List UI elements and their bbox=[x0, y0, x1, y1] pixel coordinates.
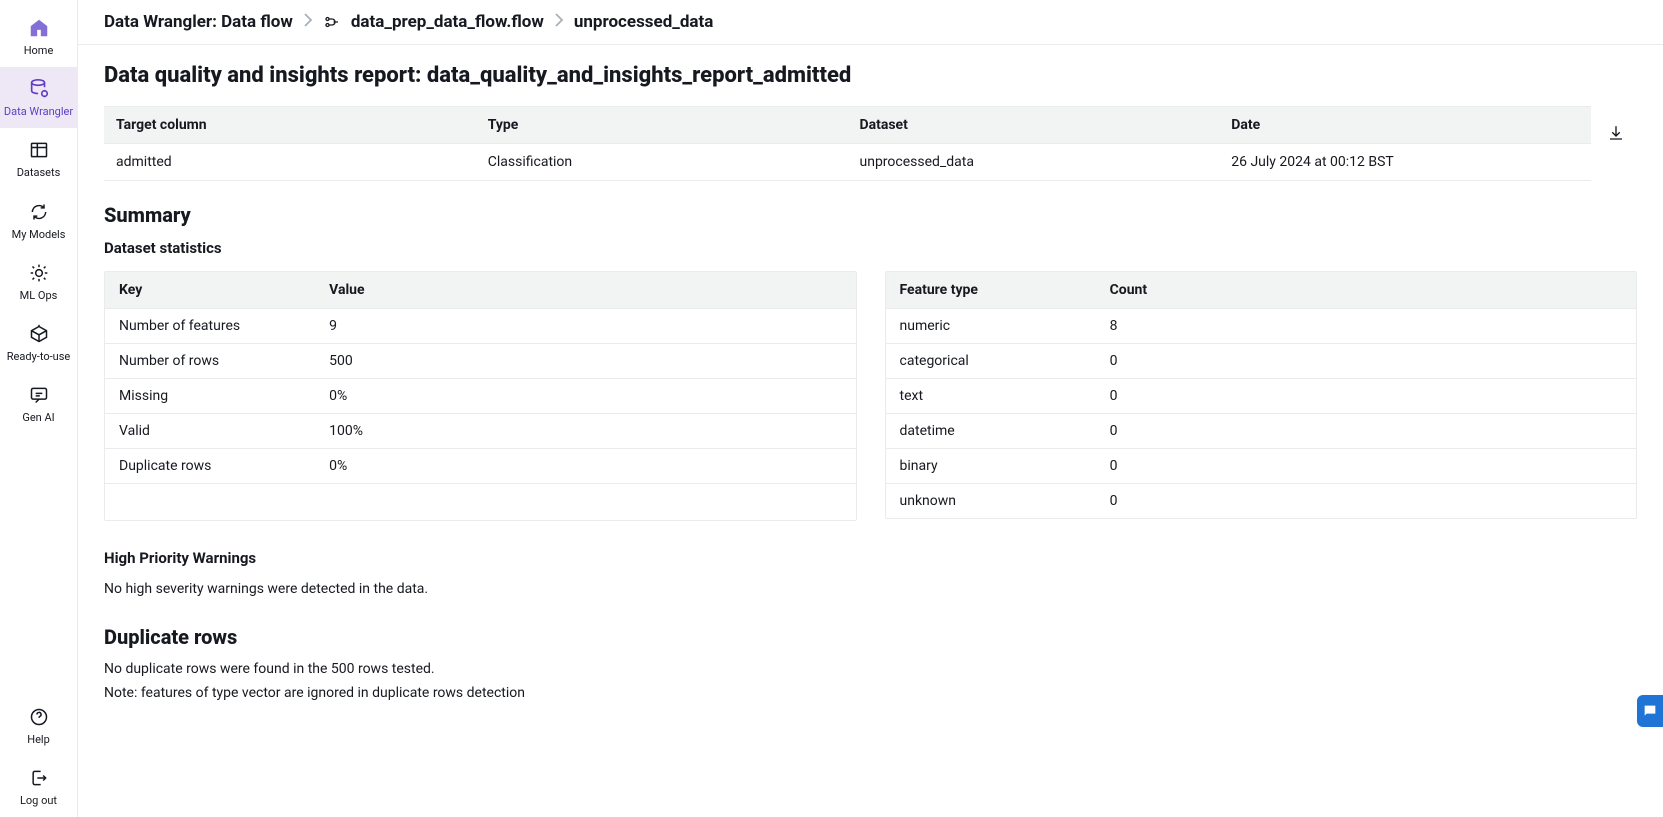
col-count: Count bbox=[1096, 272, 1306, 309]
sidebar-item-logout[interactable]: Log out bbox=[0, 756, 77, 817]
stat-key: Valid bbox=[105, 414, 315, 449]
sidebar-item-data-wrangler[interactable]: Data Wrangler bbox=[0, 67, 77, 128]
stat-value: 0% bbox=[315, 379, 525, 414]
sidebar: Home Data Wrangler Datasets My Models ML… bbox=[0, 0, 78, 817]
cell-target: admitted bbox=[104, 144, 476, 181]
sidebar-item-ready-to-use[interactable]: Ready-to-use bbox=[0, 312, 77, 373]
col-date: Date bbox=[1219, 107, 1591, 144]
breadcrumb-node[interactable]: unprocessed_data bbox=[574, 12, 714, 32]
sidebar-item-my-models[interactable]: My Models bbox=[0, 190, 77, 251]
ft-value: 0 bbox=[1096, 344, 1306, 379]
table-row: admitted Classification unprocessed_data… bbox=[104, 144, 1591, 181]
ft-key: binary bbox=[886, 449, 1096, 484]
cycle-icon bbox=[27, 200, 51, 224]
col-dataset: Dataset bbox=[848, 107, 1220, 144]
chat-spark-icon bbox=[27, 383, 51, 407]
table-row: binary0 bbox=[886, 449, 1637, 484]
sidebar-item-gen-ai[interactable]: Gen AI bbox=[0, 373, 77, 434]
breadcrumb-root[interactable]: Data Wrangler: Data flow bbox=[104, 12, 293, 32]
table-row bbox=[105, 484, 856, 520]
ft-value: 0 bbox=[1096, 484, 1306, 519]
help-icon bbox=[27, 705, 51, 729]
breadcrumb: Data Wrangler: Data flow data_prep_data_… bbox=[78, 0, 1663, 45]
sidebar-item-home[interactable]: Home bbox=[0, 6, 77, 67]
stat-key: Number of features bbox=[105, 309, 315, 344]
sidebar-item-label: Datasets bbox=[17, 166, 61, 179]
sidebar-item-label: Log out bbox=[20, 794, 57, 807]
home-icon bbox=[27, 16, 51, 40]
table-row: unknown0 bbox=[886, 484, 1637, 519]
col-value: Value bbox=[315, 272, 525, 309]
stat-value: 100% bbox=[315, 414, 525, 449]
download-button[interactable] bbox=[1607, 106, 1637, 146]
ft-key: datetime bbox=[886, 414, 1096, 449]
stat-value: 9 bbox=[315, 309, 525, 344]
sidebar-item-label: Home bbox=[24, 44, 54, 57]
stat-key: Duplicate rows bbox=[105, 449, 315, 484]
table-row: datetime0 bbox=[886, 414, 1637, 449]
duplicates-line1: No duplicate rows were found in the 500 … bbox=[104, 661, 1637, 677]
feature-type-table: Feature type Count numeric8 categorical0… bbox=[885, 271, 1638, 519]
cell-date: 26 July 2024 at 00:12 BST bbox=[1219, 144, 1591, 181]
page-title: Data quality and insights report: data_q… bbox=[104, 63, 1637, 88]
duplicates-line2: Note: features of type vector are ignore… bbox=[104, 685, 1637, 701]
table-row: categorical0 bbox=[886, 344, 1637, 379]
warnings-heading: High Priority Warnings bbox=[104, 549, 1637, 567]
ft-value: 0 bbox=[1096, 379, 1306, 414]
sidebar-item-label: Ready-to-use bbox=[7, 350, 70, 363]
cell-dataset: unprocessed_data bbox=[848, 144, 1220, 181]
report-info-table: Target column Type Dataset Date admitted… bbox=[104, 106, 1591, 181]
sidebar-item-help[interactable]: Help bbox=[0, 695, 77, 756]
sidebar-item-label: My Models bbox=[12, 228, 66, 241]
table-row: Duplicate rows0% bbox=[105, 449, 856, 484]
sidebar-item-label: Data Wrangler bbox=[4, 105, 73, 118]
main-area: Data Wrangler: Data flow data_prep_data_… bbox=[78, 0, 1663, 817]
table-row: Missing0% bbox=[105, 379, 856, 414]
sidebar-item-label: Help bbox=[27, 733, 50, 746]
chat-fab[interactable] bbox=[1637, 695, 1663, 727]
ft-value: 0 bbox=[1096, 449, 1306, 484]
ft-key: categorical bbox=[886, 344, 1096, 379]
sidebar-item-label: Gen AI bbox=[22, 411, 54, 424]
warnings-text: No high severity warnings were detected … bbox=[104, 581, 1637, 597]
col-feature-type: Feature type bbox=[886, 272, 1096, 309]
stat-key: Missing bbox=[105, 379, 315, 414]
col-key: Key bbox=[105, 272, 315, 309]
ft-key: unknown bbox=[886, 484, 1096, 519]
table-row: Number of rows500 bbox=[105, 344, 856, 379]
table-row: text0 bbox=[886, 379, 1637, 414]
chevron-right-icon bbox=[303, 12, 313, 32]
breadcrumb-flow[interactable]: data_prep_data_flow.flow bbox=[351, 12, 544, 32]
database-gear-icon bbox=[27, 77, 51, 101]
table-row: numeric8 bbox=[886, 309, 1637, 344]
logout-icon bbox=[27, 766, 51, 790]
dataset-stats-heading: Dataset statistics bbox=[104, 239, 1637, 257]
ft-key: text bbox=[886, 379, 1096, 414]
col-blank bbox=[525, 272, 855, 309]
stat-value: 0% bbox=[315, 449, 525, 484]
table-row: Valid100% bbox=[105, 414, 856, 449]
duplicates-heading: Duplicate rows bbox=[104, 625, 1637, 649]
ft-value: 8 bbox=[1096, 309, 1306, 344]
table-row: Number of features9 bbox=[105, 309, 856, 344]
ft-key: numeric bbox=[886, 309, 1096, 344]
dataset-stats-table: Key Value Number of features9 Number of … bbox=[104, 271, 857, 521]
col-blank bbox=[1306, 272, 1636, 309]
chevron-right-icon bbox=[554, 12, 564, 32]
gear-cycle-icon bbox=[27, 261, 51, 285]
content: Data quality and insights report: data_q… bbox=[78, 45, 1663, 749]
sidebar-item-datasets[interactable]: Datasets bbox=[0, 128, 77, 189]
col-type: Type bbox=[476, 107, 848, 144]
table-icon bbox=[27, 138, 51, 162]
sidebar-item-label: ML Ops bbox=[20, 289, 58, 302]
col-target: Target column bbox=[104, 107, 476, 144]
flow-icon bbox=[323, 13, 341, 31]
ft-value: 0 bbox=[1096, 414, 1306, 449]
stat-value: 500 bbox=[315, 344, 525, 379]
summary-heading: Summary bbox=[104, 203, 1637, 227]
sidebar-item-ml-ops[interactable]: ML Ops bbox=[0, 251, 77, 312]
package-icon bbox=[27, 322, 51, 346]
cell-type: Classification bbox=[476, 144, 848, 181]
stat-key: Number of rows bbox=[105, 344, 315, 379]
